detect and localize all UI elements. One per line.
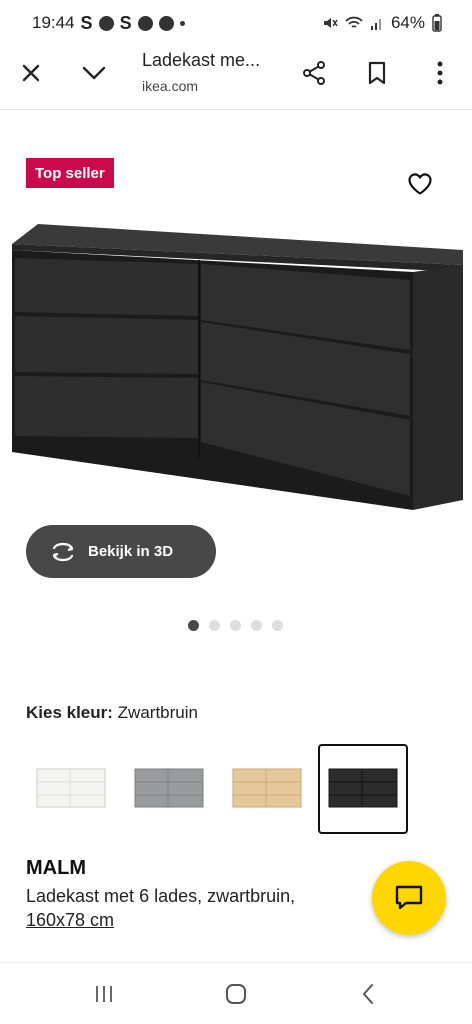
page-title: Ladekast me... [142, 50, 261, 70]
wifi-icon [345, 16, 363, 28]
close-icon[interactable] [9, 46, 53, 100]
carousel-dot[interactable] [188, 620, 199, 631]
color-label-key: Kies kleur: [26, 703, 113, 722]
color-swatch-eikenfineer[interactable] [222, 744, 312, 834]
product-dimensions-link[interactable]: 160x78 cm [26, 910, 114, 931]
more-notifications-icon [179, 20, 185, 26]
signal-icon [370, 19, 381, 30]
color-label-value: Zwartbruin [117, 703, 198, 722]
product-name: MALM [26, 857, 86, 879]
color-swatch-grijs[interactable] [124, 744, 214, 834]
more-options-icon[interactable] [418, 46, 462, 100]
notification-s-icon: S [80, 12, 93, 33]
battery-percentage: 64% [390, 13, 425, 32]
back-icon[interactable] [348, 979, 388, 1009]
bookmark-icon[interactable] [355, 46, 399, 100]
rotate-3d-icon [52, 542, 74, 561]
chat-button[interactable] [372, 861, 446, 935]
color-swatch-wit[interactable] [26, 744, 116, 834]
favorite-heart-icon[interactable] [400, 166, 440, 202]
status-time: 19:44 [32, 13, 75, 32]
carousel-dot[interactable] [230, 620, 241, 631]
carousel-indicator [188, 620, 283, 631]
top-seller-badge: Top seller [26, 158, 114, 188]
swatch-image [328, 768, 398, 808]
chat-icon [395, 885, 423, 910]
status-right: 64% [322, 13, 442, 33]
notification-app-icon [98, 15, 114, 31]
home-icon[interactable] [216, 979, 256, 1009]
swatch-image [134, 768, 204, 808]
status-bar: 19:44 S S 64% [0, 0, 472, 46]
swatch-image [232, 768, 302, 808]
carousel-dot[interactable] [272, 620, 283, 631]
notification-s-icon-2: S [119, 12, 132, 33]
chevron-down-icon[interactable] [72, 46, 116, 100]
product-image[interactable] [8, 220, 468, 520]
notification-app-icon-2 [137, 15, 153, 31]
view-in-3d-button[interactable]: Bekijk in 3D [26, 525, 216, 578]
mute-icon [323, 18, 338, 28]
page-domain: ikea.com [142, 78, 199, 94]
view-in-3d-label: Bekijk in 3D [88, 543, 174, 560]
browser-toolbar: Ladekast me... ikea.com [0, 46, 472, 110]
carousel-dot[interactable] [251, 620, 262, 631]
color-selector-label: Kies kleur: Zwartbruin [26, 703, 198, 723]
battery-icon [432, 14, 442, 32]
color-swatch-zwartbruin[interactable] [318, 744, 408, 834]
url-block[interactable]: Ladekast me... ikea.com [142, 50, 260, 94]
recent-apps-icon[interactable] [84, 979, 124, 1009]
share-icon[interactable] [292, 46, 336, 100]
notification-app-icon-3 [158, 15, 174, 31]
carousel-dot[interactable] [209, 620, 220, 631]
status-left: 19:44 S S [32, 13, 185, 34]
swatch-image [36, 768, 106, 808]
product-description: Ladekast met 6 lades, zwartbruin, [26, 886, 296, 906]
system-navigation-bar [0, 962, 472, 1024]
